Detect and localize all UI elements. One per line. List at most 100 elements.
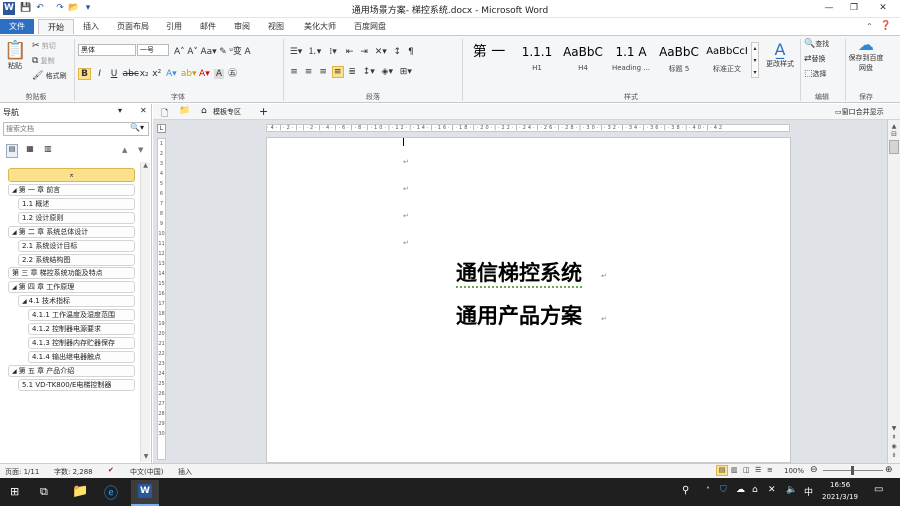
nav-heading-item[interactable]: 5.1 VD-TK800/E电梯控制器 [18,378,135,391]
zoom-level[interactable]: 100% [784,467,804,475]
find-button[interactable]: 🔍查找 [804,39,829,49]
distribute-icon[interactable]: ≣ [346,67,358,77]
tab-home[interactable]: 开始 [38,19,74,34]
expand-triangle-icon[interactable]: ◢ [22,298,27,305]
clear-format-icon[interactable]: ✎ [219,47,227,57]
style-standard-body[interactable]: AaBbCcI 标准正文 [704,40,750,80]
enclose-char-icon[interactable]: ㊄ [226,66,238,79]
expand-triangle-icon[interactable]: ◢ [12,229,17,236]
template-tab[interactable]: 模板专区 [213,107,241,117]
nav-heading-item[interactable]: 4.1.1 工作温度及湿度范围 [28,309,135,322]
nav-heading-item[interactable]: 2.2 系统结构图 [18,253,135,266]
nav-options-icon[interactable]: ▾ [118,106,122,115]
cut-button[interactable]: ✂ 剪切 [32,41,56,51]
restore-button[interactable]: ❐ [843,1,865,16]
align-center-icon[interactable]: ≡ [303,67,315,77]
notification-icon[interactable]: ▭ [874,484,883,495]
home-icon[interactable]: ⌂ [201,106,207,116]
format-painter-button[interactable]: 🖌 格式刷 [32,71,67,81]
expand-triangle-icon[interactable]: ◢ [12,284,17,291]
replace-button[interactable]: ⇄替换 [804,54,826,64]
nav-collapse-all[interactable]: ⌅ [8,168,135,182]
draft-view-icon[interactable]: ≡ [767,466,773,474]
tab-insert[interactable]: 插入 [76,19,106,34]
char-shading-icon[interactable]: A [213,69,224,79]
horizontal-ruler[interactable]: ·4·|·2·|·|·2·|·4·|·6·|·8·|·10·|·12·|·14·… [266,124,790,132]
close-button[interactable]: ✕ [872,1,894,16]
style-h1[interactable]: 1.1.1 H1 [514,40,560,80]
clock-time[interactable]: 16:56 [830,481,850,489]
nav-search-input[interactable] [6,124,126,134]
minimize-button[interactable]: — [818,1,840,16]
nav-prev-icon[interactable]: ▲ [122,146,127,154]
language-indicator[interactable]: 中文(中国) [130,467,163,477]
word-taskbar-button[interactable]: W [131,480,159,506]
tab-file[interactable]: 文件 [0,19,34,34]
ruler-toggle-icon[interactable]: ⊟ [888,130,900,138]
word-count[interactable]: 字数: 2,288 [54,467,93,477]
security-shield-icon[interactable]: ⛉ [720,485,727,495]
shading-icon[interactable]: ◈▾ [379,67,395,77]
shrink-font-icon[interactable]: A˅ [187,47,198,57]
sort-icon[interactable]: ↕ [391,47,403,57]
scroll-thumb[interactable] [889,140,899,154]
tab-baidu-netdisk[interactable]: 百度网盘 [348,19,392,34]
insert-mode-indicator[interactable]: 插入 [178,467,192,477]
nav-heading-item[interactable]: 4.1.2 控制器电源要求 [28,323,135,335]
nav-search-box[interactable]: 🔍▾ [3,122,149,136]
minimize-ribbon-icon[interactable]: ⌃ [866,22,873,31]
style-heading-5[interactable]: AaBbC 标题 5 [656,40,702,80]
add-tab-button[interactable]: + [259,105,268,118]
zoom-out-icon[interactable]: ⊖ [810,465,818,475]
nav-heading-item[interactable]: 第 三 章 梯控系统功能及特点 [8,267,135,280]
nav-scrollbar[interactable]: ▲ ▼ [140,162,150,462]
font-size-combo[interactable]: 一号 [137,44,169,56]
tab-stop-selector-icon[interactable]: L [157,124,166,133]
show-marks-icon[interactable]: ¶ [406,47,416,57]
subscript-icon[interactable]: x₂ [139,69,149,79]
bullets-icon[interactable]: ☰▾ [288,47,304,57]
nav-heading-item[interactable]: ◢ 第 四 章 工作原理 [8,281,135,294]
italic-icon[interactable]: I [94,69,106,79]
new-doc-icon[interactable]: 🗋 [161,106,168,122]
style-chapter[interactable]: 第 一 [466,40,512,80]
nav-heading-item[interactable]: ◢ 4.1 技术指标 [18,295,135,308]
strikethrough-icon[interactable]: abc [123,69,139,79]
nav-heading-item[interactable]: 1.2 设计原则 [18,211,135,224]
window-merge-toggle[interactable]: ▭窗口合并显示 [835,107,884,117]
bold-icon[interactable]: B [78,68,91,80]
page-count[interactable]: 页面: 1/11 [5,467,39,477]
expand-triangle-icon[interactable]: ◢ [12,368,17,375]
edge-browser-icon[interactable]: ⓔ [104,483,118,503]
full-screen-reading-icon[interactable]: ▥ [731,466,738,474]
borders-icon[interactable]: ⊞▾ [398,67,414,77]
tab-references[interactable]: 引用 [160,19,188,34]
underline-icon[interactable]: U [108,69,120,79]
expand-triangle-icon[interactable]: ◢ [12,187,17,194]
multilevel-list-icon[interactable]: ⁞▾ [325,47,341,57]
scroll-up-icon[interactable]: ▲ [888,123,900,130]
outline-view-icon[interactable]: ☰ [755,466,761,474]
nav-heading-item[interactable]: 4.1.4 输出继电器触点 [28,350,135,363]
proofing-icon[interactable]: ✔ [108,466,114,474]
tab-page-layout[interactable]: 页面布局 [112,19,154,34]
print-layout-icon[interactable]: ▤ [716,465,728,476]
paste-button[interactable]: 📋 粘贴 [4,40,26,71]
file-explorer-icon[interactable]: 📁 [72,484,88,499]
volume-icon[interactable]: 🔈 [786,485,797,495]
ime-indicator[interactable]: 中 [804,485,813,498]
style-h4[interactable]: 1.1 A Heading ... [608,40,654,80]
nav-close-icon[interactable]: ✕ [140,106,147,115]
increase-indent-icon[interactable]: ⇥ [358,47,370,57]
line-spacing-icon[interactable]: ↕▾ [361,67,377,77]
phonetic-guide-icon[interactable]: ᵘ变 [229,44,242,57]
people-icon[interactable]: ⚲ [682,485,689,496]
decrease-indent-icon[interactable]: ⇤ [344,47,356,57]
folder-icon[interactable]: 📁 [179,106,190,116]
align-left-icon[interactable]: ≡ [288,67,300,77]
change-case-icon[interactable]: Aa▾ [200,47,216,57]
help-icon[interactable]: ❓ [880,21,891,31]
nav-pages-tab-icon[interactable]: ▦ [24,144,36,158]
copy-button[interactable]: ⧉ 复制 [32,56,55,66]
cloud-tray-icon[interactable]: ☁ [736,485,745,495]
